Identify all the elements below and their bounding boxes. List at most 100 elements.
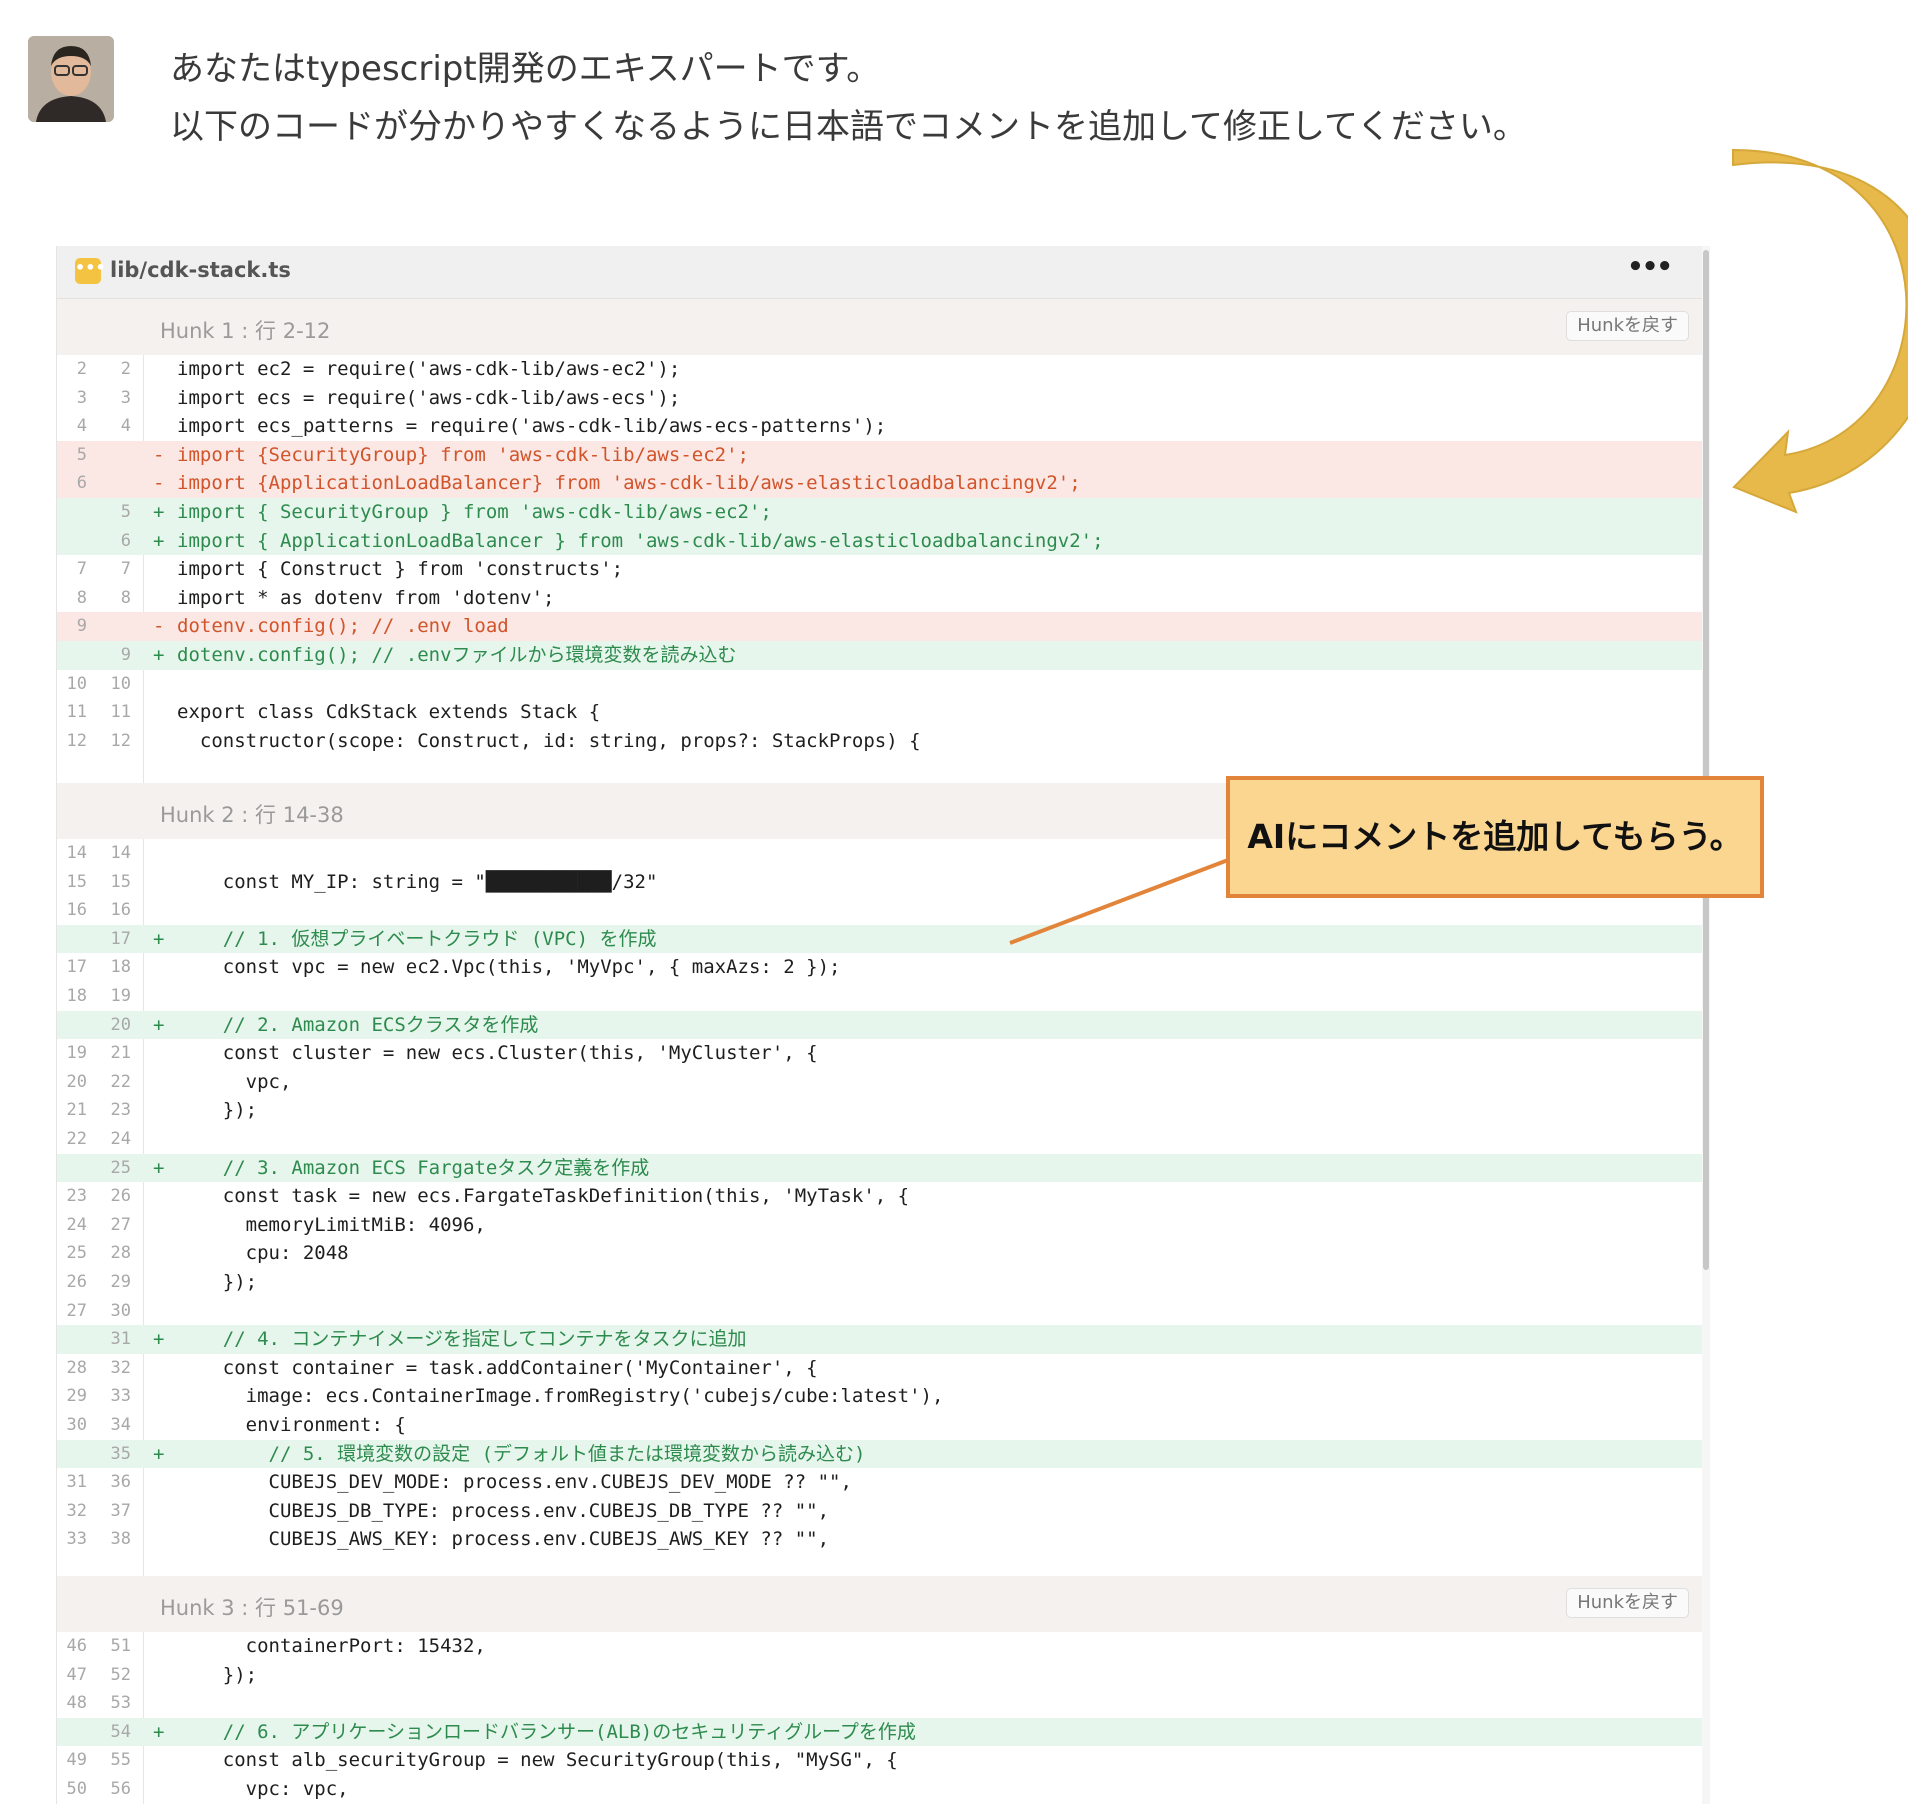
old-line-number: 21 (66, 1100, 87, 1121)
context-line: 17 18 const vpc = new ec2.Vpc(this, 'MyVp… (57, 953, 1703, 982)
code-text: const cluster = new ecs.Cluster(this, 'M… (177, 1042, 818, 1065)
user-prompt: あなたはtypescript開発のエキスパートです。 以下のコードが分かりやすく… (170, 40, 1527, 156)
code-text: // 5. 環境変数の設定 (デフォルト値または環境変数から読み込む) (177, 1442, 866, 1465)
new-line-number: 11 (110, 702, 131, 723)
added-line: 35 + // 5. 環境変数の設定 (デフォルト値または環境変数から読み込む) (57, 1439, 1703, 1469)
new-line-number: 18 (110, 957, 131, 978)
code-text: import {SecurityGroup} from 'aws-cdk-lib… (177, 443, 749, 466)
more-icon[interactable]: ••• (1627, 252, 1673, 282)
new-line-number: 24 (110, 1129, 131, 1149)
context-line: 11 11 export class CdkStack extends Stack … (57, 698, 1703, 727)
new-line-number: 36 (110, 1472, 131, 1493)
code-text: import { SecurityGroup } from 'aws-cdk-l… (177, 501, 772, 523)
old-line-number: 4 (76, 416, 87, 437)
old-line-number: 33 (66, 1529, 87, 1550)
old-line-number: 27 (66, 1300, 87, 1321)
context-line: 50 56 vpc: vpc, (57, 1775, 1703, 1804)
new-line-number: 4 (120, 416, 131, 437)
old-line-number: 31 (66, 1472, 87, 1493)
code-text: const alb_securityGroup = new SecurityGr… (177, 1749, 898, 1772)
new-line-number: 56 (110, 1779, 131, 1799)
old-line-number: 32 (66, 1500, 87, 1521)
context-line: 46 51 containerPort: 15432, (57, 1632, 1703, 1661)
code-text: memoryLimitMiB: 4096, (177, 1213, 486, 1236)
code-text: vpc: vpc, (177, 1778, 349, 1800)
new-line-number: 54 (110, 1721, 131, 1742)
hunk-title: Hunk 2 : 行 14-38 (160, 803, 344, 827)
old-line-number: 30 (66, 1415, 87, 1435)
new-line-number: 9 (120, 645, 131, 665)
plus-sign: + (153, 1013, 165, 1036)
old-line-number: 22 (66, 1129, 87, 1149)
code-text: // 1. 仮想プライベートクラウド (VPC) を作成 (177, 927, 657, 950)
new-line-number: 6 (120, 530, 131, 551)
new-line-number: 15 (110, 871, 131, 892)
context-line: 49 55 const alb_securityGroup = new Secur… (57, 1746, 1703, 1775)
old-line-number: 19 (66, 1043, 87, 1064)
old-line-number: 11 (66, 702, 87, 723)
context-line: 26 29 }); (57, 1268, 1703, 1297)
new-line-number: 21 (110, 1043, 131, 1064)
added-line: 17 + // 1. 仮想プライベートクラウド (VPC) を作成 (57, 924, 1703, 954)
code-text: }); (177, 1271, 258, 1293)
old-line-number: 6 (76, 473, 87, 494)
code-text: CUBEJS_AWS_KEY: process.env.CUBEJS_AWS_K… (177, 1528, 830, 1551)
revert-hunk-button[interactable]: Hunkを戻す (1566, 1588, 1689, 1618)
added-line: 20 + // 2. Amazon ECSクラスタを作成 (57, 1010, 1703, 1040)
old-line-number: 14 (66, 843, 87, 863)
scrollbar-thumb[interactable] (1703, 250, 1709, 1270)
new-line-number: 17 (110, 928, 131, 949)
new-line-number: 32 (110, 1357, 131, 1378)
context-line: 21 23 }); (57, 1096, 1703, 1125)
avatar (28, 36, 114, 122)
code-text: constructor(scope: Construct, id: string… (177, 729, 921, 752)
code-text: vpc, (177, 1070, 292, 1093)
old-line-number: 23 (66, 1186, 87, 1207)
revert-hunk-button[interactable]: Hunkを戻す (1566, 311, 1689, 341)
old-line-number: 8 (76, 587, 87, 608)
old-line-number: 25 (66, 1243, 87, 1264)
removed-line: 6 - import {ApplicationLoadBalancer} from … (57, 469, 1703, 498)
context-line: 4 4 import ecs_patterns = require('aws-cdk… (57, 412, 1703, 441)
file-name[interactable]: lib/cdk-stack.ts (110, 258, 291, 282)
context-line: 33 38 CUBEJS_AWS_KEY: process.env.CUBEJS_… (57, 1525, 1703, 1554)
old-line-number: 46 (66, 1636, 87, 1656)
new-line-number: 33 (110, 1386, 131, 1407)
new-line-number: 29 (110, 1272, 131, 1292)
old-line-number: 12 (66, 730, 87, 751)
minus-sign: - (153, 443, 165, 466)
code-text: image: ecs.ContainerImage.fromRegistry('… (177, 1385, 944, 1408)
new-line-number: 31 (110, 1329, 131, 1350)
context-line: 48 53 (57, 1689, 1703, 1718)
hunk-header: Hunk 1 : 行 2-12 Hunkを戻す (57, 299, 1703, 355)
old-line-number: 9 (76, 616, 87, 637)
code-text: }); (177, 1099, 258, 1122)
code-text: const container = task.addContainer('MyC… (177, 1356, 818, 1379)
added-line: 6 + import { ApplicationLoadBalancer } fro… (57, 526, 1703, 556)
file-header: ••• lib/cdk-stack.ts ••• (57, 246, 1703, 299)
new-line-number: 8 (120, 587, 131, 608)
new-line-number: 19 (110, 986, 131, 1006)
removed-line: 9 - dotenv.config(); // .env load (57, 612, 1703, 641)
old-line-number: 17 (66, 957, 87, 978)
context-line: 23 26 const task = new ecs.FargateTaskDef… (57, 1182, 1703, 1211)
old-line-number: 48 (66, 1693, 87, 1714)
new-line-number: 5 (120, 502, 131, 522)
removed-line: 5 - import {SecurityGroup} from 'aws-cdk-l… (57, 440, 1703, 470)
old-line-number: 24 (66, 1214, 87, 1235)
plus-sign: + (153, 1720, 165, 1743)
context-line: 25 28 cpu: 2048 (57, 1239, 1703, 1268)
new-line-number: 55 (110, 1750, 131, 1771)
code-text: import { ApplicationLoadBalancer } from … (177, 529, 1104, 552)
code-text: import {ApplicationLoadBalancer} from 'a… (177, 472, 1081, 495)
added-line: 25 + // 3. Amazon ECS Fargateタスク定義を作成 (57, 1153, 1703, 1183)
context-line: 3 3 import ecs = require('aws-cdk-lib/aws-… (57, 384, 1703, 413)
old-line-number: 50 (66, 1779, 87, 1799)
context-line: 7 7 import { Construct } from 'constructs'… (57, 555, 1703, 584)
new-line-number: 10 (110, 673, 131, 694)
new-line-number: 27 (110, 1214, 131, 1235)
context-line: 30 34 environment: { (57, 1411, 1703, 1440)
new-line-number: 51 (110, 1636, 131, 1656)
old-line-number: 15 (66, 871, 87, 892)
old-line-number: 47 (66, 1664, 87, 1685)
